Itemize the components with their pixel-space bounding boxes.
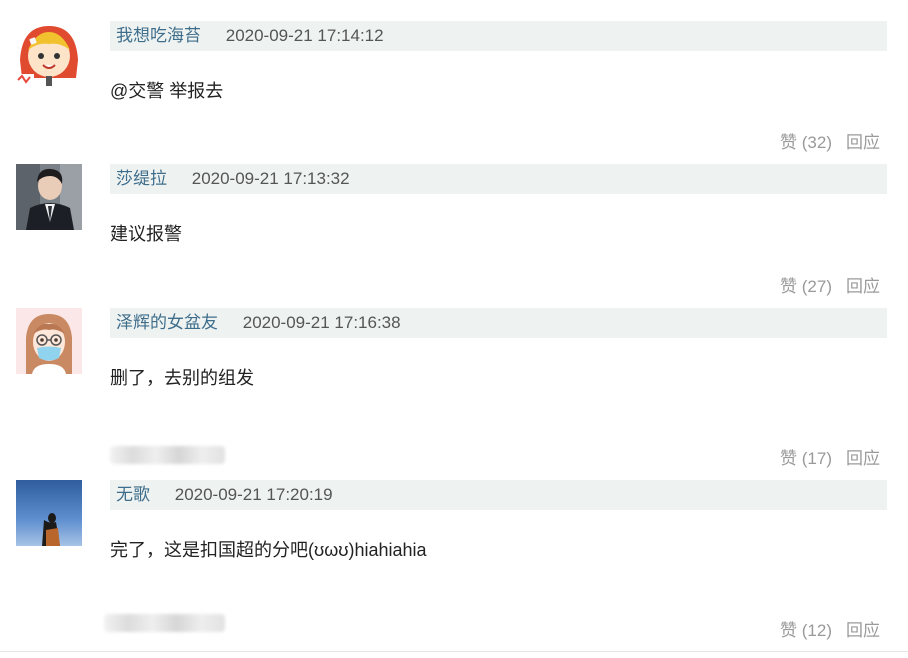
like-button[interactable]: 赞 (12)	[780, 621, 832, 640]
comment-actions: 赞 (17) 回应	[780, 444, 880, 469]
comment-meta: 无歌 2020-09-21 17:20:19	[110, 480, 887, 510]
user-avatar[interactable]	[16, 480, 82, 546]
user-avatar[interactable]	[16, 308, 82, 374]
comment-time: 2020-09-21 17:20:19	[174, 485, 333, 504]
comment-text: 建议报警	[110, 224, 182, 244]
man-in-suit-avatar-icon	[16, 164, 82, 230]
cartoon-girl-avatar-icon	[16, 20, 82, 86]
user-avatar[interactable]	[16, 164, 82, 230]
reply-button[interactable]: 回应	[846, 133, 880, 152]
like-button[interactable]: 赞 (32)	[780, 133, 832, 152]
silhouette-blue-sky-avatar-icon	[16, 480, 82, 546]
girl-with-mask-avatar-icon	[16, 308, 82, 374]
like-button[interactable]: 赞 (27)	[780, 277, 832, 296]
username-link[interactable]: 泽辉的女盆友	[116, 313, 218, 332]
reply-button[interactable]: 回应	[846, 277, 880, 296]
username-link[interactable]: 莎缇拉	[116, 169, 167, 188]
comment-text: @交警 举报去	[110, 81, 224, 101]
comment-text: 完了，这是扣国超的分吧(ʊωʊ)hiahiahia	[110, 540, 427, 560]
comment-time: 2020-09-21 17:13:32	[191, 169, 350, 188]
comment-meta: 莎缇拉 2020-09-21 17:13:32	[110, 164, 887, 194]
user-avatar[interactable]	[16, 20, 82, 86]
comment-time: 2020-09-21 17:16:38	[242, 313, 401, 332]
comment-text: 删了，去别的组发	[110, 368, 254, 388]
blurred-text	[104, 614, 225, 632]
comment-meta: 泽辉的女盆友 2020-09-21 17:16:38	[110, 308, 887, 338]
comment-actions: 赞 (32) 回应	[780, 128, 880, 153]
divider	[0, 651, 908, 652]
comment-actions: 赞 (27) 回应	[780, 272, 880, 297]
blurred-text	[110, 446, 225, 464]
reply-button[interactable]: 回应	[846, 449, 880, 468]
comment-actions: 赞 (12) 回应	[780, 616, 880, 641]
comment-meta: 我想吃海苔 2020-09-21 17:14:12	[110, 21, 887, 51]
username-link[interactable]: 我想吃海苔	[116, 26, 201, 45]
reply-button[interactable]: 回应	[846, 621, 880, 640]
like-button[interactable]: 赞 (17)	[780, 449, 832, 468]
comment-time: 2020-09-21 17:14:12	[225, 26, 384, 45]
username-link[interactable]: 无歌	[116, 485, 150, 504]
